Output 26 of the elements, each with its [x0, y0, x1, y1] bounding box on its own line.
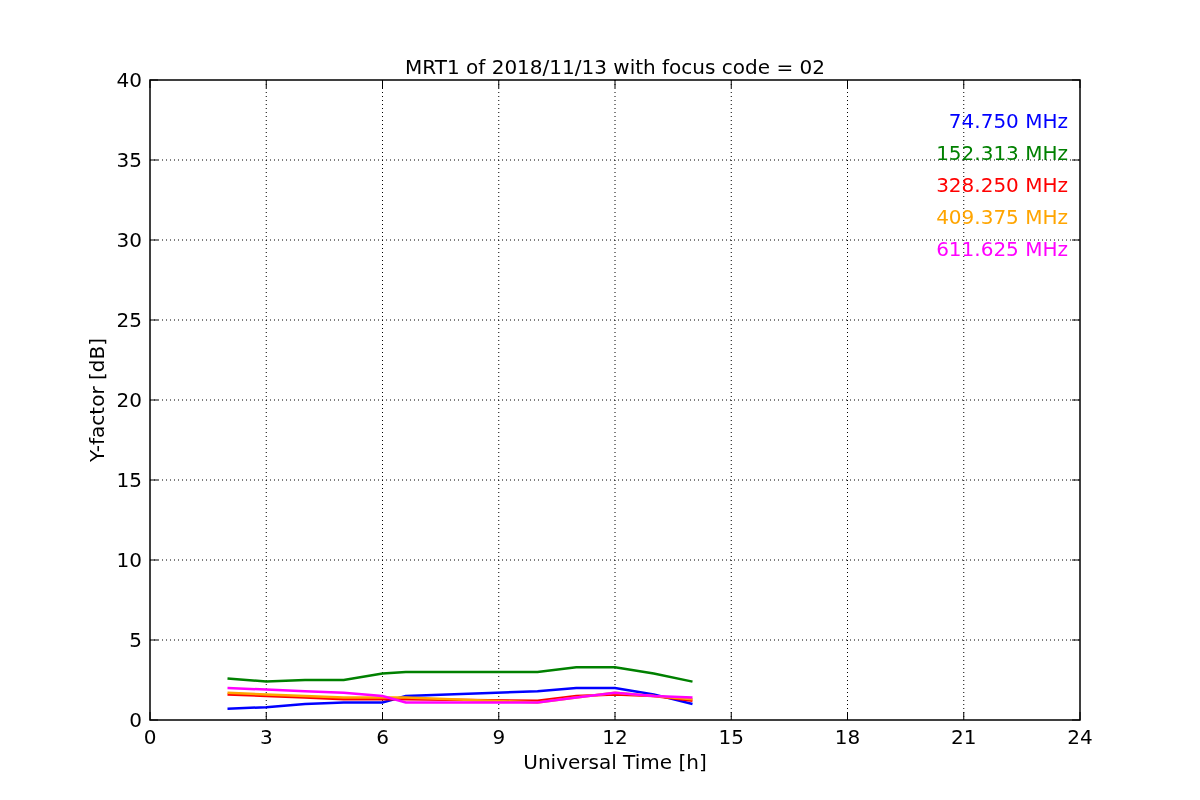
y-tick-label: 40 [116, 68, 142, 92]
legend-label: 74.750 MHz [948, 109, 1068, 133]
y-tick-label: 25 [116, 308, 142, 332]
y-tick-label: 5 [129, 628, 142, 652]
y-tick-label: 35 [116, 148, 142, 172]
x-tick-label: 6 [376, 725, 389, 749]
y-tick-label: 0 [129, 708, 142, 732]
x-tick-label: 21 [951, 725, 977, 749]
y-axis-label: Y-factor [dB] [85, 338, 109, 462]
legend-label: 409.375 MHz [936, 205, 1068, 229]
x-tick-label: 12 [602, 725, 628, 749]
y-tick-label: 20 [116, 388, 142, 412]
legend-label: 328.250 MHz [936, 173, 1068, 197]
y-tick-label: 30 [116, 228, 142, 252]
y-tick-label: 10 [116, 548, 142, 572]
x-tick-label: 24 [1067, 725, 1093, 749]
x-axis-label: Universal Time [h] [523, 750, 707, 774]
x-tick-label: 0 [143, 725, 157, 749]
x-tick-label: 3 [259, 725, 273, 749]
x-tick-label: 9 [492, 725, 506, 749]
y-tick-label: 15 [116, 468, 142, 492]
x-tick-label: 18 [834, 725, 861, 749]
legend-label: 611.625 MHz [936, 237, 1068, 261]
legend-label: 152.313 MHz [936, 141, 1068, 165]
chart-title: MRT1 of 2018/11/13 with focus code = 02 [405, 55, 825, 79]
x-tick-label: 15 [718, 725, 744, 749]
